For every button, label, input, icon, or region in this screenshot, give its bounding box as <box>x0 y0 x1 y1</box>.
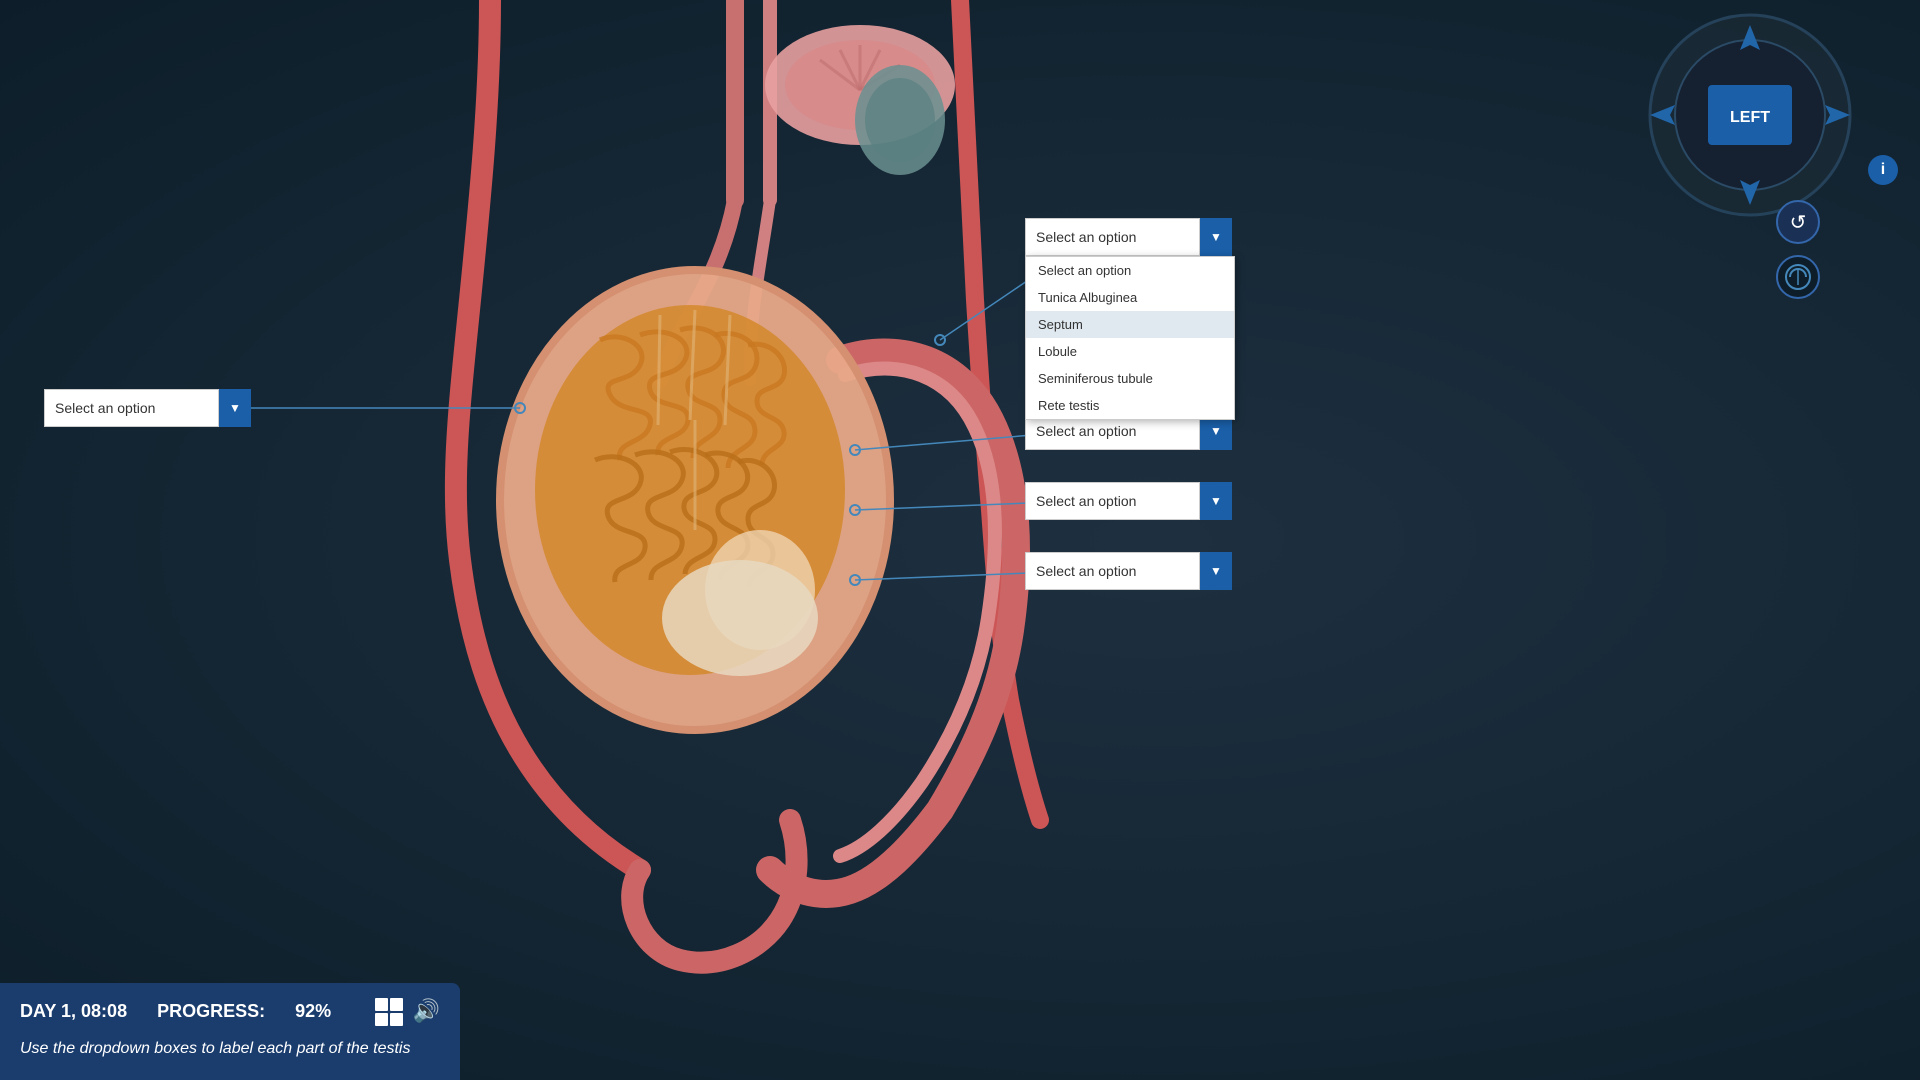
reset-icon: ↺ <box>1790 210 1807 235</box>
option-tunica-albuginea[interactable]: Tunica Albuginea <box>1026 284 1234 311</box>
dropdown-left-select[interactable]: Select an option <box>44 389 219 427</box>
progress-value: 92% <box>295 1001 331 1022</box>
dropdown-mr3[interactable]: Select an option <box>1025 552 1232 590</box>
option-seminiferous-tubule[interactable]: Seminiferous tubule <box>1026 365 1234 392</box>
option-septum[interactable]: Septum <box>1026 311 1234 338</box>
grid-icon[interactable] <box>375 998 403 1026</box>
info-button[interactable]: i <box>1868 155 1898 185</box>
svg-text:LEFT: LEFT <box>1730 109 1770 126</box>
view-indicator <box>1776 255 1820 299</box>
dropdown-top-right-menu: Select an option Tunica Albuginea Septum… <box>1025 256 1235 420</box>
dropdown-mr2-select[interactable]: Select an option <box>1025 482 1200 520</box>
info-top-bar: DAY 1, 08:08 PROGRESS: 92% 🔊 <box>20 998 440 1026</box>
grid-cell-4 <box>390 1013 403 1026</box>
dropdown-top-right-btn[interactable] <box>1200 218 1232 256</box>
dropdown-mr2-btn[interactable] <box>1200 482 1232 520</box>
dropdown-mr3-btn[interactable] <box>1200 552 1232 590</box>
anatomy-diagram <box>0 0 1920 1080</box>
option-rete-testis[interactable]: Rete testis <box>1026 392 1234 419</box>
sound-icon[interactable]: 🔊 <box>413 998 440 1026</box>
dropdown-mr2[interactable]: Select an option <box>1025 482 1232 520</box>
dropdown-mr2-label: Select an option <box>1026 493 1146 509</box>
info-icon: i <box>1881 161 1885 179</box>
dropdown-top-right-label: Select an option <box>1026 229 1146 245</box>
instruction-text: Use the dropdown boxes to label each par… <box>20 1038 440 1060</box>
dropdown-mr3-label: Select an option <box>1026 563 1146 579</box>
option-select-an-option[interactable]: Select an option <box>1026 257 1234 284</box>
progress-label: PROGRESS: <box>157 1001 265 1022</box>
dropdown-mr1-label: Select an option <box>1026 423 1146 439</box>
info-icons: 🔊 <box>375 998 440 1026</box>
compass-reset-button[interactable]: ↺ <box>1776 200 1820 244</box>
info-panel: DAY 1, 08:08 PROGRESS: 92% 🔊 Use the dro… <box>0 983 460 1080</box>
day-label: DAY 1, 08:08 <box>20 1001 127 1022</box>
dropdown-left-btn[interactable] <box>219 389 251 427</box>
grid-cell-2 <box>390 998 403 1011</box>
dropdown-mr3-select[interactable]: Select an option <box>1025 552 1200 590</box>
grid-cell-1 <box>375 998 388 1011</box>
dropdown-left-label: Select an option <box>45 400 165 416</box>
navigation-compass: LEFT <box>1640 10 1860 220</box>
grid-cell-3 <box>375 1013 388 1026</box>
dropdown-left[interactable]: Select an option <box>44 389 251 427</box>
dropdown-top-right-select[interactable]: Select an option <box>1025 218 1200 256</box>
dropdown-top-right[interactable]: Select an option <box>1025 218 1232 256</box>
dropdown-top-right-container: Select an option Select an option Tunica… <box>1025 218 1232 256</box>
option-lobule[interactable]: Lobule <box>1026 338 1234 365</box>
